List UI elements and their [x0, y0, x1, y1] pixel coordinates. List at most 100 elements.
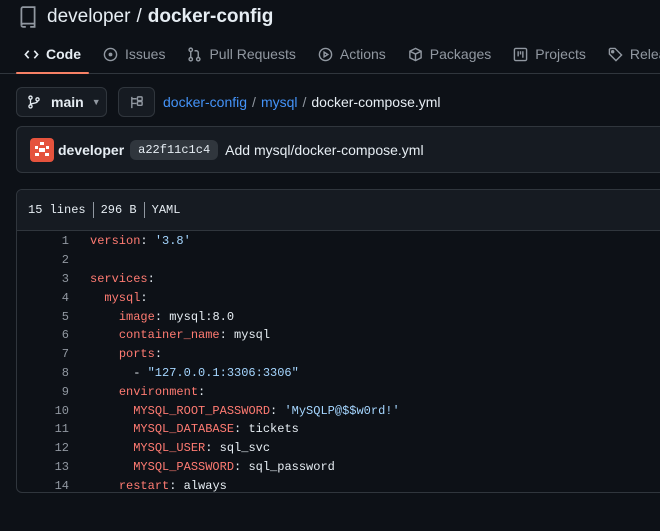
- branch-icon: [28, 95, 40, 109]
- yaml-key: image: [118, 309, 155, 324]
- yaml-key: environment: [118, 384, 199, 399]
- line-content: image: mysql:8.0: [90, 310, 234, 324]
- line-number[interactable]: 14: [17, 479, 90, 492]
- tab-issues[interactable]: Issues: [95, 37, 173, 71]
- line-content: restart: always: [90, 478, 227, 493]
- line-number[interactable]: 4: [17, 291, 90, 305]
- tab-pull-requests[interactable]: Pull Requests: [179, 37, 303, 71]
- line-number[interactable]: 7: [17, 347, 90, 361]
- line-content: ports:: [90, 347, 162, 361]
- line-number[interactable]: 9: [17, 385, 90, 399]
- repo-separator: /: [136, 6, 142, 27]
- yaml-text: [90, 310, 119, 324]
- code-line: 8 - "127.0.0.1:3306:3306": [17, 364, 660, 383]
- line-number[interactable]: 13: [17, 460, 90, 474]
- repo-name-link[interactable]: docker-config: [148, 6, 274, 28]
- file-type: YAML: [151, 203, 181, 217]
- yaml-key: MYSQL_PASSWORD: [133, 459, 235, 474]
- tab-packages[interactable]: Packages: [400, 37, 499, 71]
- code-line: 10 MYSQL_ROOT_PASSWORD: 'MySQLP@$$w0rd!': [17, 401, 660, 420]
- yaml-text: : sql_password: [234, 459, 335, 474]
- line-content: environment:: [90, 385, 205, 399]
- file-viewer: 15 lines 296 B YAML 1 version: '3.8' 2 3 ser…: [16, 189, 660, 493]
- yaml-text: [90, 328, 119, 342]
- yaml-text: :: [140, 290, 148, 305]
- yaml-key: MYSQL_ROOT_PASSWORD: [133, 403, 271, 418]
- tab-label: Actions: [339, 46, 386, 62]
- code-line: 11 MYSQL_DATABASE: tickets: [17, 420, 660, 439]
- file-tree-toggle-button[interactable]: [118, 87, 155, 117]
- line-number[interactable]: 11: [17, 422, 90, 436]
- package-icon: [408, 47, 422, 61]
- line-content: MYSQL_USER: sql_svc: [90, 441, 270, 455]
- tab-code[interactable]: Code: [16, 37, 89, 74]
- yaml-text: :: [154, 347, 163, 362]
- avatar[interactable]: [30, 137, 54, 162]
- tab-label: Code: [46, 46, 81, 62]
- line-content: MYSQL_PASSWORD: sql_password: [90, 460, 335, 474]
- yaml-text: : always: [169, 478, 227, 493]
- line-content: mysql:: [90, 290, 148, 305]
- code-view[interactable]: 1 version: '3.8' 2 3 services: 4 mysql: 5 imag…: [17, 231, 660, 493]
- commit-sha-badge[interactable]: a22f11c1c4: [130, 139, 219, 160]
- repo-owner-link[interactable]: developer: [47, 6, 130, 28]
- line-number[interactable]: 5: [17, 310, 90, 324]
- file-tree-icon: [131, 95, 143, 108]
- code-line: 4 mysql:: [17, 288, 660, 307]
- line-content: services:: [90, 272, 155, 286]
- branch-label: main: [51, 94, 84, 110]
- yaml-text: :: [140, 234, 155, 249]
- code-line: 5 image: mysql:8.0: [17, 307, 660, 326]
- yaml-text: [90, 460, 133, 474]
- play-icon: [318, 47, 333, 61]
- yaml-key: version: [90, 234, 141, 249]
- yaml-text: : tickets: [234, 422, 299, 437]
- code-line: 2: [17, 251, 660, 270]
- line-content: MYSQL_DATABASE: tickets: [90, 422, 299, 436]
- breadcrumb-file-name: docker-compose.yml: [311, 94, 441, 110]
- code-line: 13 MYSQL_PASSWORD: sql_password: [17, 458, 660, 477]
- project-icon: [513, 47, 528, 61]
- divider: [143, 202, 145, 218]
- yaml-text: : mysql:8.0: [154, 309, 235, 324]
- latest-commit-bar: developer a22f11c1c4 Add mysql/docker-co…: [16, 126, 660, 173]
- line-content: - "127.0.0.1:3306:3306": [90, 366, 299, 380]
- yaml-text: : mysql: [219, 328, 271, 343]
- code-line: 14 restart: always: [17, 476, 660, 493]
- breadcrumb-separator: /: [302, 94, 307, 110]
- code-line: 7 ports:: [17, 345, 660, 364]
- line-number[interactable]: 6: [17, 328, 90, 342]
- yaml-key: restart: [118, 478, 170, 493]
- line-number[interactable]: 1: [17, 234, 90, 248]
- code-line: 12 MYSQL_USER: sql_svc: [17, 439, 660, 458]
- commit-author-link[interactable]: developer: [58, 142, 124, 158]
- repo-header: developer / docker-config Code Issues Pu…: [0, 0, 660, 74]
- line-content: container_name: mysql: [90, 328, 270, 342]
- breadcrumb-repo-link[interactable]: docker-config: [163, 94, 247, 110]
- tab-projects[interactable]: Projects: [505, 37, 594, 71]
- yaml-text: [90, 404, 133, 418]
- repo-icon: [20, 6, 36, 28]
- divider: [92, 202, 94, 218]
- code-line: 3 services:: [17, 270, 660, 289]
- tab-label: Pull Requests: [209, 46, 296, 62]
- line-number[interactable]: 10: [17, 404, 90, 418]
- breadcrumb-folder-link[interactable]: mysql: [261, 94, 298, 110]
- line-number[interactable]: 8: [17, 366, 90, 380]
- yaml-key: mysql: [104, 290, 141, 305]
- tag-icon: [608, 47, 623, 62]
- yaml-text: [90, 441, 133, 455]
- yaml-key: MYSQL_USER: [133, 441, 206, 456]
- yaml-text: -: [90, 365, 148, 380]
- commit-message-link[interactable]: Add mysql/docker-compose.yml: [225, 142, 423, 158]
- branch-selector-button[interactable]: main ▼: [16, 87, 107, 117]
- file-info-bar: 15 lines 296 B YAML: [17, 190, 660, 231]
- line-number[interactable]: 2: [17, 253, 90, 267]
- yaml-key: MYSQL_DATABASE: [133, 422, 235, 437]
- tab-releases[interactable]: Releases: [600, 37, 660, 71]
- yaml-string: '3.8': [154, 234, 191, 249]
- line-number[interactable]: 12: [17, 441, 90, 455]
- code-line: 9 environment:: [17, 382, 660, 401]
- line-number[interactable]: 3: [17, 272, 90, 286]
- tab-actions[interactable]: Actions: [310, 37, 394, 71]
